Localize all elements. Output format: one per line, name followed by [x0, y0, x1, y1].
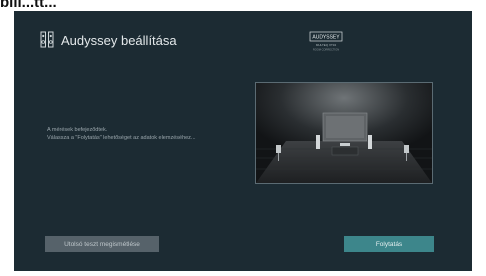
audyssey-logo: AUDYSSEY MULTEQ XT32 ROOM CORRECTION: [309, 31, 343, 52]
logo-line1: MULTEQ XT32: [316, 43, 337, 47]
page-title: Audyssey beállítása: [61, 33, 177, 48]
repeat-last-test-button[interactable]: Utolsó teszt megismétlése: [45, 236, 159, 252]
status-line-1: A mérések befejeződtek.: [47, 127, 108, 133]
cropped-heading: bill...tt...: [0, 0, 57, 11]
status-message: A mérések befejeződtek. Válassza a "Foly…: [47, 126, 196, 142]
speaker-pair-icon: [40, 31, 54, 48]
logo-line2: ROOM CORRECTION: [313, 48, 339, 52]
room-preview-image: [255, 82, 433, 184]
logo-brand: AUDYSSEY: [312, 35, 340, 41]
continue-button[interactable]: Folytatás: [344, 236, 434, 252]
status-line-2: Válassza a "Folytatás" lehetőséget az ad…: [47, 135, 196, 141]
